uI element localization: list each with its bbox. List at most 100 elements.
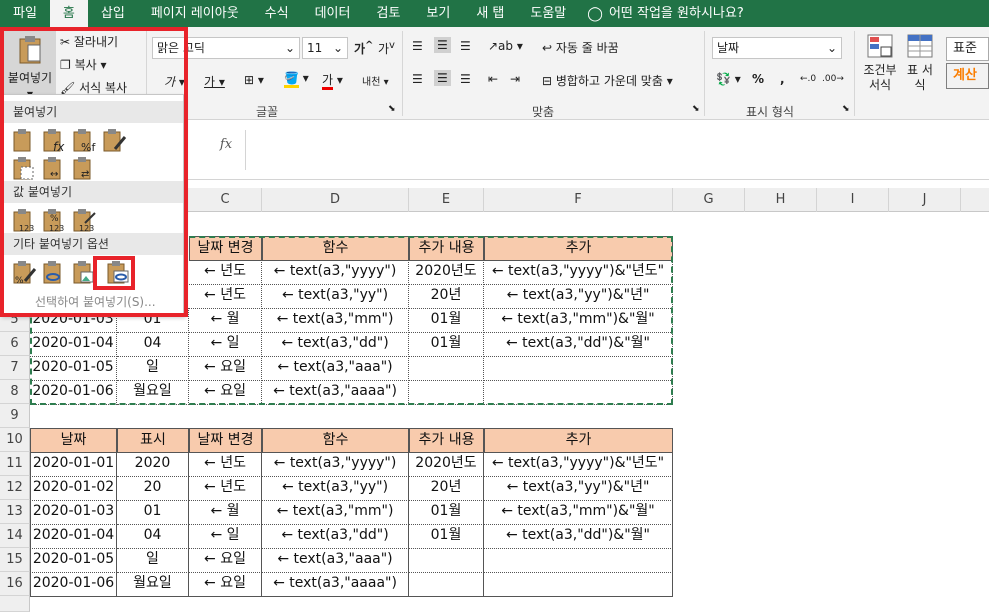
table-cell[interactable]: 01월 <box>409 500 484 525</box>
row-header-9[interactable]: 9 <box>0 404 30 428</box>
align-center-button[interactable]: ☰ <box>434 70 451 86</box>
row-header-13[interactable]: 13 <box>0 500 30 524</box>
table-cell[interactable]: 20년 <box>409 476 484 501</box>
table-cell[interactable]: 2020-01-01 <box>30 452 117 477</box>
font-size-select[interactable]: 11 ⌄ <box>302 37 348 59</box>
row-header-6[interactable]: 6 <box>0 332 30 356</box>
table-cell[interactable]: ← text(a3,"aaaa") <box>262 572 409 597</box>
align-top-button[interactable]: ☰ <box>412 39 423 53</box>
table-cell[interactable]: ← text(a3,"aaa") <box>262 548 409 573</box>
row-header-15[interactable]: 15 <box>0 548 30 572</box>
header-cell[interactable]: 추가 <box>484 428 673 453</box>
table-cell[interactable]: ← 년도 <box>189 452 262 477</box>
tab-help[interactable]: 도움말 <box>517 0 579 27</box>
row-header-12[interactable]: 12 <box>0 476 30 500</box>
dialog-launcher-icon[interactable]: ⬊ <box>692 104 700 114</box>
header-cell[interactable]: 함수 <box>262 428 409 453</box>
table-cell[interactable]: ← text(a3,"dd")&"월" <box>484 524 673 549</box>
table-cell[interactable]: ← 요일 <box>189 572 262 597</box>
tab-home[interactable]: 홈 <box>49 0 88 27</box>
row-header-17[interactable] <box>0 596 30 612</box>
merge-center-button[interactable]: ⊟ 병합하고 가운데 맞춤 ▾ <box>542 72 673 89</box>
row-header-10[interactable]: 10 <box>0 428 30 452</box>
row-header-11[interactable]: 11 <box>0 452 30 476</box>
table-cell[interactable]: 2020-01-06 <box>30 572 117 597</box>
format-as-table-button[interactable]: 표 서식 <box>902 33 938 93</box>
column-header-g[interactable]: G <box>673 188 745 212</box>
row-header-14[interactable]: 14 <box>0 524 30 548</box>
table-cell[interactable]: 월요일 <box>117 572 189 597</box>
row-header-7[interactable]: 7 <box>0 356 30 380</box>
tab-review[interactable]: 검토 <box>363 0 413 27</box>
table-cell[interactable]: 01 <box>117 500 189 525</box>
comma-button[interactable]: , <box>780 72 785 86</box>
underline-button[interactable]: 가 ▾ <box>204 73 225 90</box>
tab-formulas[interactable]: 수식 <box>252 0 302 27</box>
table-cell[interactable]: ← 월 <box>189 500 262 525</box>
table-cell[interactable] <box>409 548 484 573</box>
table-cell[interactable]: ← text(a3,"mm") <box>262 500 409 525</box>
number-format-select[interactable]: 날짜 ⌄ <box>712 37 842 59</box>
table-cell[interactable]: 2020년도 <box>409 452 484 477</box>
table-cell[interactable]: 2020 <box>117 452 189 477</box>
table-cell[interactable]: ← text(a3,"yyyy") <box>262 452 409 477</box>
phonetic-button[interactable]: 내천 ▾ <box>362 73 389 88</box>
conditional-format-button[interactable]: 조건부 서식 <box>860 33 900 93</box>
table-cell[interactable] <box>409 572 484 597</box>
decrease-decimal-button[interactable]: .00→ <box>822 74 844 84</box>
table-cell[interactable] <box>484 548 673 573</box>
row-header-16[interactable]: 16 <box>0 572 30 596</box>
formula-input[interactable] <box>245 130 989 170</box>
dialog-launcher-icon[interactable]: ⬊ <box>842 104 850 114</box>
table-cell[interactable]: ← text(a3,"yyyy")&"년도" <box>484 452 673 477</box>
align-left-button[interactable]: ☰ <box>412 72 423 86</box>
tab-file[interactable]: 파일 <box>0 0 50 27</box>
column-header-j[interactable]: J <box>889 188 961 212</box>
header-cell[interactable]: 날짜 <box>30 428 117 453</box>
table-cell[interactable]: 01월 <box>409 524 484 549</box>
header-cell[interactable]: 날짜 변경 <box>189 428 262 453</box>
column-header-i[interactable]: I <box>817 188 889 212</box>
accounting-format-button[interactable]: 💱 ▾ <box>716 72 741 86</box>
header-cell[interactable]: 추가 내용 <box>409 428 484 453</box>
style-calculation[interactable]: 계산 <box>946 63 989 89</box>
align-bottom-button[interactable]: ☰ <box>460 39 471 53</box>
dialog-launcher-icon[interactable]: ⬊ <box>388 104 396 114</box>
tab-insert[interactable]: 삽입 <box>88 0 138 27</box>
decrease-indent-button[interactable]: ⇤ <box>488 72 498 86</box>
table-cell[interactable]: ← 요일 <box>189 548 262 573</box>
table-cell[interactable]: ← 년도 <box>189 476 262 501</box>
font-grow-button[interactable]: 가^ <box>354 40 373 57</box>
align-middle-button[interactable]: ☰ <box>434 37 451 53</box>
font-color-button[interactable]: 가 ▾ <box>322 71 343 90</box>
table-cell[interactable]: 04 <box>117 524 189 549</box>
table-cell[interactable]: 20 <box>117 476 189 501</box>
table-cell[interactable]: 2020-01-02 <box>30 476 117 501</box>
function-icon[interactable]: fx <box>208 134 244 156</box>
tab-view[interactable]: 보기 <box>413 0 463 27</box>
style-normal[interactable]: 표준 <box>946 37 989 61</box>
tab-page-layout[interactable]: 페이지 레이아웃 <box>138 0 252 27</box>
tab-new[interactable]: 새 탭 <box>463 0 517 27</box>
fill-color-button[interactable]: 🪣 ▾ <box>284 71 309 88</box>
percent-button[interactable]: % <box>752 72 764 86</box>
column-header-c[interactable]: C <box>189 188 262 212</box>
table-cell[interactable]: ← text(a3,"dd") <box>262 524 409 549</box>
row-header-8[interactable]: 8 <box>0 380 30 404</box>
table-cell[interactable] <box>484 572 673 597</box>
font-shrink-button[interactable]: 가v <box>378 40 395 57</box>
table-cell[interactable]: 2020-01-04 <box>30 524 117 549</box>
table-cell[interactable]: ← text(a3,"mm")&"월" <box>484 500 673 525</box>
table-cell[interactable]: 일 <box>117 548 189 573</box>
tell-me-search[interactable]: 어떤 작업을 원하시나요? <box>603 0 757 27</box>
increase-indent-button[interactable]: ⇥ <box>510 72 520 86</box>
wrap-text-button[interactable]: ↩ 자동 줄 바꿈 <box>542 39 619 56</box>
column-header-f[interactable]: F <box>484 188 673 212</box>
increase-decimal-button[interactable]: ←.0 <box>800 74 816 84</box>
column-header-d[interactable]: D <box>262 188 409 212</box>
table-cell[interactable]: 2020-01-05 <box>30 548 117 573</box>
border-button[interactable]: ⊞ ▾ <box>244 73 264 87</box>
table-cell[interactable]: 2020-01-03 <box>30 500 117 525</box>
column-header-h[interactable]: H <box>745 188 817 212</box>
table-cell[interactable]: ← text(a3,"yy")&"년" <box>484 476 673 501</box>
